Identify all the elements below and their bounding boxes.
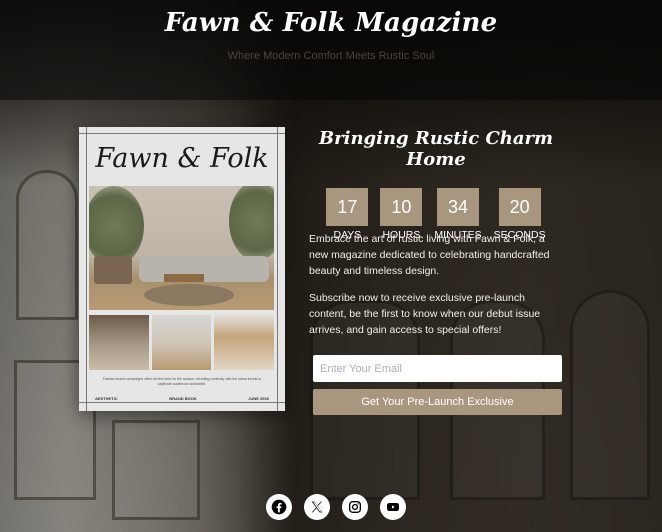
cover-footer-center: BRAND BOOK (169, 396, 197, 401)
tagline: Where Modern Comfort Meets Rustic Soul (227, 50, 435, 62)
table-shape (164, 274, 204, 282)
magazine-cover: Fawn & Folk Fashion brand campaigns ofte… (79, 127, 285, 411)
chair-shape (94, 256, 132, 284)
cover-rule (79, 133, 285, 134)
youtube-icon (387, 503, 399, 511)
x-icon (311, 501, 323, 513)
countdown-value: 10 (380, 188, 423, 226)
x-link[interactable] (304, 494, 330, 520)
rug-shape (144, 284, 234, 306)
instagram-icon (349, 501, 361, 513)
page-header: Fawn & Folk Magazine Where Modern Comfor… (0, 0, 662, 62)
cover-footer: AESTHETIC BRAND BOOK JUNE 2030 (95, 396, 269, 401)
instagram-link[interactable] (342, 494, 368, 520)
cover-title: Fawn & Folk (95, 143, 269, 174)
launch-content: Bringing Rustic Charm Home 17 DAYS 10 HO… (308, 128, 564, 241)
cover-thumbnail (151, 315, 212, 370)
social-links (0, 494, 662, 520)
headline: Bringing Rustic Charm Home (318, 128, 554, 170)
sofa-shape (139, 256, 269, 282)
cover-footer-left: AESTHETIC (95, 396, 118, 401)
facebook-link[interactable] (266, 494, 292, 520)
cover-caption: Fashion brand campaigns often set the to… (102, 377, 262, 386)
countdown-value: 17 (326, 188, 369, 226)
email-input[interactable] (313, 355, 562, 382)
pre-launch-button[interactable]: Get Your Pre-Launch Exclusive (313, 389, 562, 415)
cover-rule (79, 402, 285, 403)
cover-footer-right: JUNE 2030 (248, 396, 269, 401)
cover-thumbnails (89, 315, 275, 370)
subscribe-paragraph: Subscribe now to receive exclusive pre-l… (309, 292, 541, 336)
tree-shape (229, 186, 274, 261)
facebook-icon (271, 499, 287, 515)
intro-paragraph: Embrace the art of rustic living with Fa… (309, 233, 550, 277)
youtube-link[interactable] (380, 494, 406, 520)
countdown-value: 34 (437, 188, 480, 226)
cover-thumbnail (89, 315, 149, 370)
site-title: Fawn & Folk Magazine (164, 8, 498, 38)
cover-thumbnail (214, 315, 275, 370)
cover-hero-image (89, 186, 274, 310)
tree-shape (89, 186, 144, 266)
countdown-value: 20 (498, 188, 541, 226)
